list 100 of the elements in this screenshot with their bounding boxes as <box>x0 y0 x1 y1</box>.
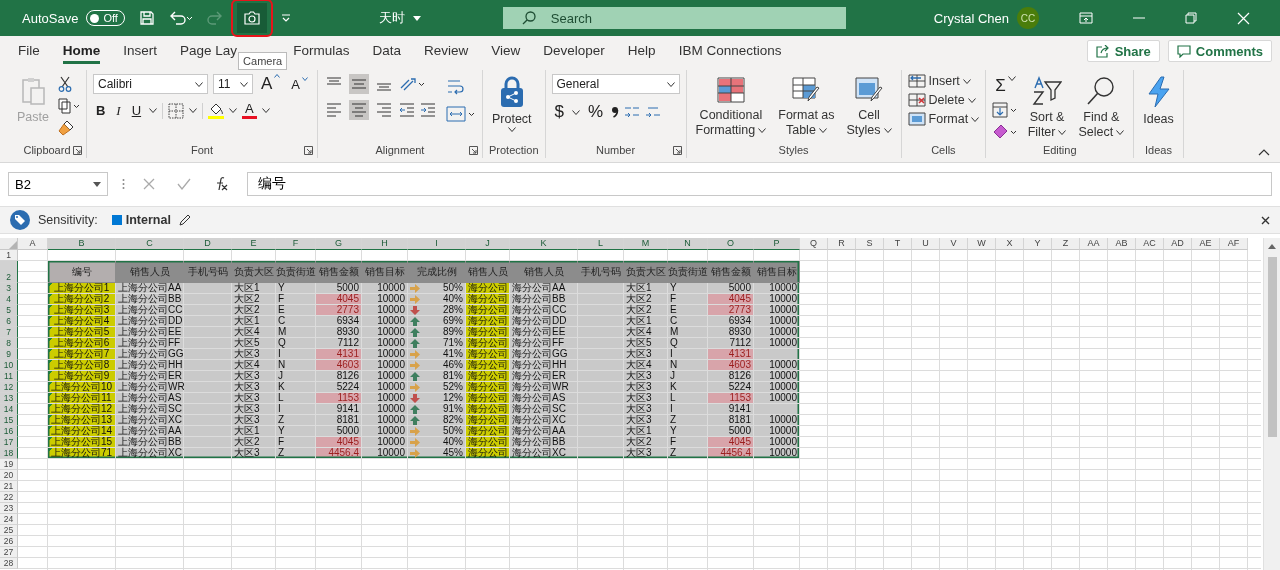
row-header[interactable]: 4 <box>0 294 18 305</box>
caret-icon[interactable] <box>412 15 421 21</box>
eraser-icon[interactable] <box>992 124 1019 140</box>
ribbon-tab[interactable]: Review <box>424 38 469 64</box>
caret-icon[interactable] <box>149 108 158 113</box>
collapse-ribbon-icon[interactable] <box>1258 149 1270 156</box>
ribbon-display-icon[interactable] <box>1079 12 1093 24</box>
column-header[interactable]: J <box>466 238 510 250</box>
camera-button[interactable] <box>236 3 267 33</box>
ribbon-tab[interactable]: Insert <box>123 38 158 64</box>
cells-button[interactable]: Format <box>907 112 980 126</box>
borders-icon[interactable] <box>168 102 185 119</box>
decrease-font-button[interactable]: A <box>288 76 311 92</box>
sort-filter-button[interactable]: Sort & Filter <box>1024 74 1070 142</box>
dialog-launcher-icon[interactable] <box>672 145 682 155</box>
column-header[interactable]: Y <box>1024 238 1052 250</box>
column-header[interactable]: S <box>856 238 884 250</box>
caret-icon[interactable] <box>261 108 270 113</box>
row-header[interactable]: 16 <box>0 426 18 437</box>
row-header[interactable]: 10 <box>0 360 18 371</box>
search-field[interactable]: Search <box>502 7 846 29</box>
tag-icon[interactable] <box>10 210 30 230</box>
ribbon-tab[interactable]: Developer <box>543 38 605 64</box>
row-header[interactable]: 1 <box>0 250 18 261</box>
formula-field[interactable]: 编号 <box>247 172 1272 196</box>
comma-style-icon[interactable] <box>611 105 620 119</box>
column-header[interactable]: W <box>968 238 996 250</box>
save-icon[interactable] <box>138 10 155 26</box>
number-format-field[interactable]: General <box>551 74 680 94</box>
column-header[interactable]: T <box>884 238 912 250</box>
style-button[interactable]: Conditional Formatting <box>692 74 770 140</box>
increase-indent-icon[interactable] <box>420 103 436 117</box>
column-header[interactable]: O <box>708 238 754 250</box>
increase-font-button[interactable]: A <box>257 74 284 94</box>
percent-button[interactable]: % <box>585 102 607 122</box>
column-header[interactable]: AB <box>1108 238 1136 250</box>
caret-icon[interactable] <box>189 108 198 113</box>
row-header[interactable]: 3 <box>0 283 18 294</box>
column-header[interactable]: L <box>578 238 624 250</box>
row-header[interactable]: 12 <box>0 382 18 393</box>
cells-button[interactable]: Insert <box>907 74 971 88</box>
row-header[interactable]: 22 <box>0 492 18 503</box>
ideas-button[interactable]: Ideas <box>1140 74 1177 129</box>
column-header[interactable]: AE <box>1192 238 1220 250</box>
row-header[interactable]: 17 <box>0 437 18 448</box>
user-avatar[interactable]: CC <box>1017 7 1039 29</box>
decrease-indent-icon[interactable] <box>399 103 415 117</box>
column-header[interactable]: E <box>232 238 276 250</box>
ribbon-tab[interactable]: IBM Connections <box>678 38 782 64</box>
customize-caret-icon[interactable] <box>280 13 291 23</box>
column-header[interactable]: U <box>912 238 940 250</box>
italic-button[interactable]: I <box>113 102 124 119</box>
column-header[interactable]: H <box>362 238 408 250</box>
row-header[interactable]: 8 <box>0 338 18 349</box>
restore-icon[interactable] <box>1185 12 1197 24</box>
horizontal-align-button[interactable] <box>324 100 344 120</box>
find-select-button[interactable]: Find & Select <box>1075 74 1128 142</box>
row-header[interactable]: 20 <box>0 470 18 481</box>
ribbon-tab[interactable]: File <box>18 38 40 64</box>
ribbon-tab[interactable]: View <box>491 38 521 64</box>
underline-button[interactable]: U <box>128 103 145 118</box>
fill-icon[interactable] <box>992 102 1019 118</box>
pencil-icon[interactable] <box>178 214 191 226</box>
style-button[interactable]: Format as Table <box>775 74 838 140</box>
column-header[interactable]: K <box>510 238 578 250</box>
scroll-up-icon[interactable] <box>1268 244 1276 249</box>
ribbon-tab[interactable]: Page Lay <box>180 38 238 64</box>
ribbon-tab[interactable]: Help <box>627 38 656 64</box>
column-header[interactable]: Q <box>800 238 828 250</box>
caret-icon[interactable] <box>572 109 580 115</box>
name-box[interactable]: B2 <box>8 172 108 196</box>
dialog-launcher-icon[interactable] <box>469 145 478 155</box>
style-button[interactable]: Cell Styles <box>843 74 895 140</box>
row-header[interactable]: 19 <box>0 459 18 470</box>
row-header[interactable]: 13 <box>0 393 18 404</box>
comments-button[interactable]: Comments <box>1167 40 1272 62</box>
row-header[interactable]: 18 <box>0 448 18 459</box>
sensitivity-value[interactable]: Internal <box>125 213 171 227</box>
close-icon[interactable] <box>1261 215 1270 225</box>
row-header[interactable]: 15 <box>0 415 18 426</box>
fill-color-icon[interactable] <box>208 102 225 119</box>
font-size-field[interactable]: 11 <box>212 74 253 94</box>
column-header[interactable]: AA <box>1080 238 1108 250</box>
column-header[interactable]: Z <box>1052 238 1080 250</box>
column-header[interactable]: G <box>316 238 362 250</box>
currency-button[interactable]: $ <box>551 102 567 122</box>
column-header[interactable]: V <box>940 238 968 250</box>
row-header[interactable]: 24 <box>0 514 18 525</box>
row-header[interactable]: 9 <box>0 349 18 360</box>
column-header[interactable]: X <box>996 238 1024 250</box>
column-header[interactable]: AF <box>1220 238 1248 250</box>
vertical-scrollbar[interactable] <box>1263 238 1280 570</box>
ribbon-tab[interactable]: Formulas <box>293 38 350 64</box>
column-header[interactable]: P <box>754 238 800 250</box>
share-button[interactable]: Share <box>1086 40 1160 62</box>
autosum-button[interactable]: Σ <box>992 76 1019 96</box>
row-header[interactable]: 28 <box>0 558 18 569</box>
row-header[interactable]: 27 <box>0 547 18 558</box>
format-painter-icon[interactable] <box>57 120 74 136</box>
copy-icon[interactable] <box>57 98 80 114</box>
